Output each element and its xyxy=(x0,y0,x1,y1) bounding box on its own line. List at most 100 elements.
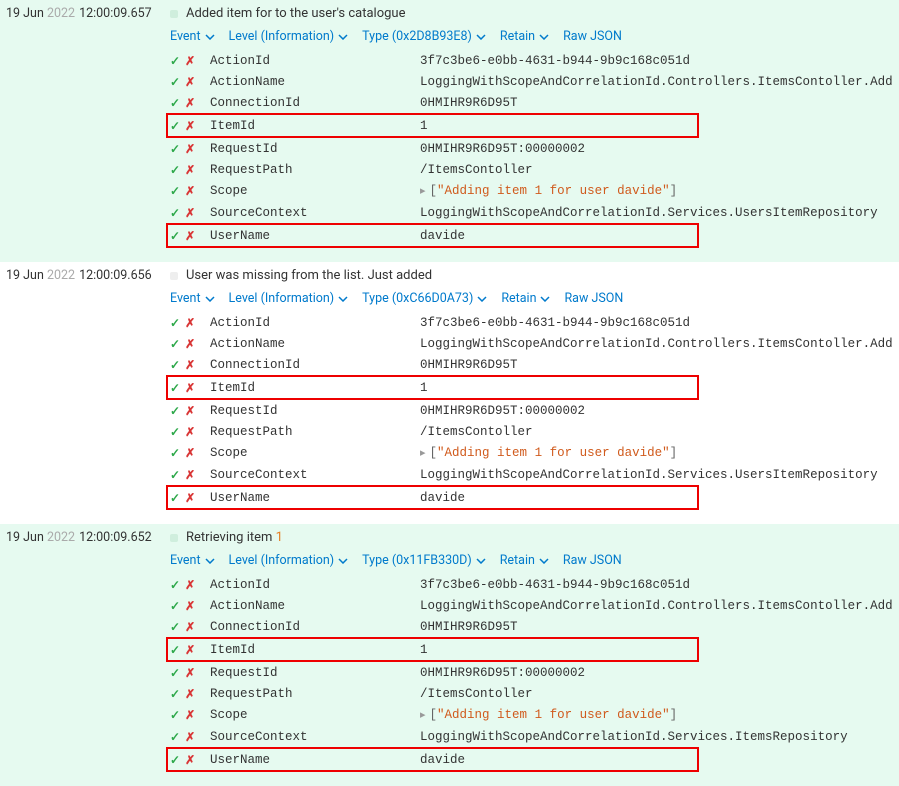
type-dropdown[interactable]: Type (0x11FB330D) xyxy=(362,553,486,568)
exclude-filter-icon[interactable]: ✗ xyxy=(185,489,195,507)
property-value: LoggingWithScopeAndCorrelationId.Service… xyxy=(420,204,899,222)
exclude-filter-icon[interactable]: ✗ xyxy=(185,751,195,769)
event-dropdown[interactable]: Event xyxy=(170,553,215,568)
include-filter-icon[interactable]: ✓ xyxy=(170,444,180,462)
include-filter-icon[interactable]: ✓ xyxy=(170,73,180,91)
exclude-filter-icon[interactable]: ✗ xyxy=(185,444,195,462)
include-filter-icon[interactable]: ✓ xyxy=(170,94,180,112)
property-key: Scope xyxy=(210,182,420,200)
include-filter-icon[interactable]: ✓ xyxy=(170,597,180,615)
expand-caret-icon[interactable]: ▸ xyxy=(420,186,426,198)
property-key: RequestPath xyxy=(210,423,420,441)
include-filter-icon[interactable]: ✓ xyxy=(170,641,180,659)
property-value: 1 xyxy=(420,641,697,659)
property-value: /ItemsContoller xyxy=(420,423,899,441)
log-message-line[interactable]: Retrieving item 1 xyxy=(170,528,899,551)
include-filter-icon[interactable]: ✓ xyxy=(170,314,180,332)
include-filter-icon[interactable]: ✓ xyxy=(170,685,180,703)
property-key: ActionId xyxy=(210,576,420,594)
exclude-filter-icon[interactable]: ✗ xyxy=(185,379,195,397)
exclude-filter-icon[interactable]: ✗ xyxy=(185,314,195,332)
raw-json-link[interactable]: Raw JSON xyxy=(564,291,623,306)
property-row: ✓✗ActionId3f7c3be6-e0bb-4631-b944-9b9c16… xyxy=(170,50,899,71)
exclude-filter-icon[interactable]: ✗ xyxy=(185,204,195,222)
include-filter-icon[interactable]: ✓ xyxy=(170,664,180,682)
property-row: ✓✗RequestPath/ItemsContoller xyxy=(170,159,899,180)
property-row: ✓✗ConnectionId0HMIHR9R6D95T xyxy=(170,616,899,637)
include-filter-icon[interactable]: ✓ xyxy=(170,161,180,179)
include-filter-icon[interactable]: ✓ xyxy=(170,618,180,636)
exclude-filter-icon[interactable]: ✗ xyxy=(185,182,195,200)
exclude-filter-icon[interactable]: ✗ xyxy=(185,618,195,636)
include-filter-icon[interactable]: ✓ xyxy=(170,402,180,420)
exclude-filter-icon[interactable]: ✗ xyxy=(185,335,195,353)
exclude-filter-icon[interactable]: ✗ xyxy=(185,466,195,484)
property-row: ✓✗UserNamedavide xyxy=(166,747,699,772)
property-row: ✓✗RequestId0HMIHR9R6D95T:00000002 xyxy=(170,400,899,421)
bullet-icon xyxy=(170,10,178,18)
expand-caret-icon[interactable]: ▸ xyxy=(420,710,426,722)
include-filter-icon[interactable]: ✓ xyxy=(170,140,180,158)
exclude-filter-icon[interactable]: ✗ xyxy=(185,117,195,135)
chevron-down-icon xyxy=(205,296,215,302)
log-message-line[interactable]: Added item for to the user's catalogue xyxy=(170,4,899,27)
include-filter-icon[interactable]: ✓ xyxy=(170,751,180,769)
exclude-filter-icon[interactable]: ✗ xyxy=(185,52,195,70)
log-message-line[interactable]: User was missing from the list. Just add… xyxy=(170,266,899,289)
include-filter-icon[interactable]: ✓ xyxy=(170,466,180,484)
exclude-filter-icon[interactable]: ✗ xyxy=(185,576,195,594)
include-filter-icon[interactable]: ✓ xyxy=(170,728,180,746)
include-filter-icon[interactable]: ✓ xyxy=(170,423,180,441)
exclude-filter-icon[interactable]: ✗ xyxy=(185,685,195,703)
exclude-filter-icon[interactable]: ✗ xyxy=(185,706,195,724)
property-key: UserName xyxy=(210,751,420,769)
include-filter-icon[interactable]: ✓ xyxy=(170,182,180,200)
include-filter-icon[interactable]: ✓ xyxy=(170,576,180,594)
property-row: ✓✗ItemId1 xyxy=(166,375,699,400)
property-row: ✓✗RequestId0HMIHR9R6D95T:00000002 xyxy=(170,138,899,159)
exclude-filter-icon[interactable]: ✗ xyxy=(185,140,195,158)
include-filter-icon[interactable]: ✓ xyxy=(170,335,180,353)
type-dropdown[interactable]: Type (0xC66D0A73) xyxy=(362,291,487,306)
retain-dropdown[interactable]: Retain xyxy=(501,291,550,306)
raw-json-link[interactable]: Raw JSON xyxy=(563,29,622,44)
exclude-filter-icon[interactable]: ✗ xyxy=(185,597,195,615)
event-dropdown[interactable]: Event xyxy=(170,291,215,306)
include-filter-icon[interactable]: ✓ xyxy=(170,117,180,135)
property-value: davide xyxy=(420,489,697,507)
retain-dropdown[interactable]: Retain xyxy=(500,553,549,568)
include-filter-icon[interactable]: ✓ xyxy=(170,489,180,507)
include-filter-icon[interactable]: ✓ xyxy=(170,52,180,70)
property-row: ✓✗SourceContextLoggingWithScopeAndCorrel… xyxy=(170,726,899,747)
expand-caret-icon[interactable]: ▸ xyxy=(420,448,426,460)
level-dropdown[interactable]: Level (Information) xyxy=(229,553,349,568)
retain-dropdown[interactable]: Retain xyxy=(500,29,549,44)
include-filter-icon[interactable]: ✓ xyxy=(170,379,180,397)
exclude-filter-icon[interactable]: ✗ xyxy=(185,94,195,112)
property-row: ✓✗SourceContextLoggingWithScopeAndCorrel… xyxy=(170,464,899,485)
exclude-filter-icon[interactable]: ✗ xyxy=(185,641,195,659)
include-filter-icon[interactable]: ✓ xyxy=(170,706,180,724)
exclude-filter-icon[interactable]: ✗ xyxy=(185,664,195,682)
exclude-filter-icon[interactable]: ✗ xyxy=(185,728,195,746)
exclude-filter-icon[interactable]: ✗ xyxy=(185,227,195,245)
level-dropdown[interactable]: Level (Information) xyxy=(229,291,349,306)
property-key: ActionName xyxy=(210,73,420,91)
property-key: ItemId xyxy=(210,117,420,135)
include-filter-icon[interactable]: ✓ xyxy=(170,227,180,245)
property-value: LoggingWithScopeAndCorrelationId.Control… xyxy=(420,335,899,353)
level-dropdown[interactable]: Level (Information) xyxy=(229,29,349,44)
bullet-icon xyxy=(170,534,178,542)
raw-json-link[interactable]: Raw JSON xyxy=(563,553,622,568)
exclude-filter-icon[interactable]: ✗ xyxy=(185,161,195,179)
type-dropdown[interactable]: Type (0x2D8B93E8) xyxy=(362,29,486,44)
exclude-filter-icon[interactable]: ✗ xyxy=(185,423,195,441)
exclude-filter-icon[interactable]: ✗ xyxy=(185,356,195,374)
include-filter-icon[interactable]: ✓ xyxy=(170,204,180,222)
event-dropdown[interactable]: Event xyxy=(170,29,215,44)
include-filter-icon[interactable]: ✓ xyxy=(170,356,180,374)
exclude-filter-icon[interactable]: ✗ xyxy=(185,73,195,91)
exclude-filter-icon[interactable]: ✗ xyxy=(185,402,195,420)
property-row: ✓✗ActionId3f7c3be6-e0bb-4631-b944-9b9c16… xyxy=(170,574,899,595)
property-row: ✓✗ConnectionId0HMIHR9R6D95T xyxy=(170,354,899,375)
